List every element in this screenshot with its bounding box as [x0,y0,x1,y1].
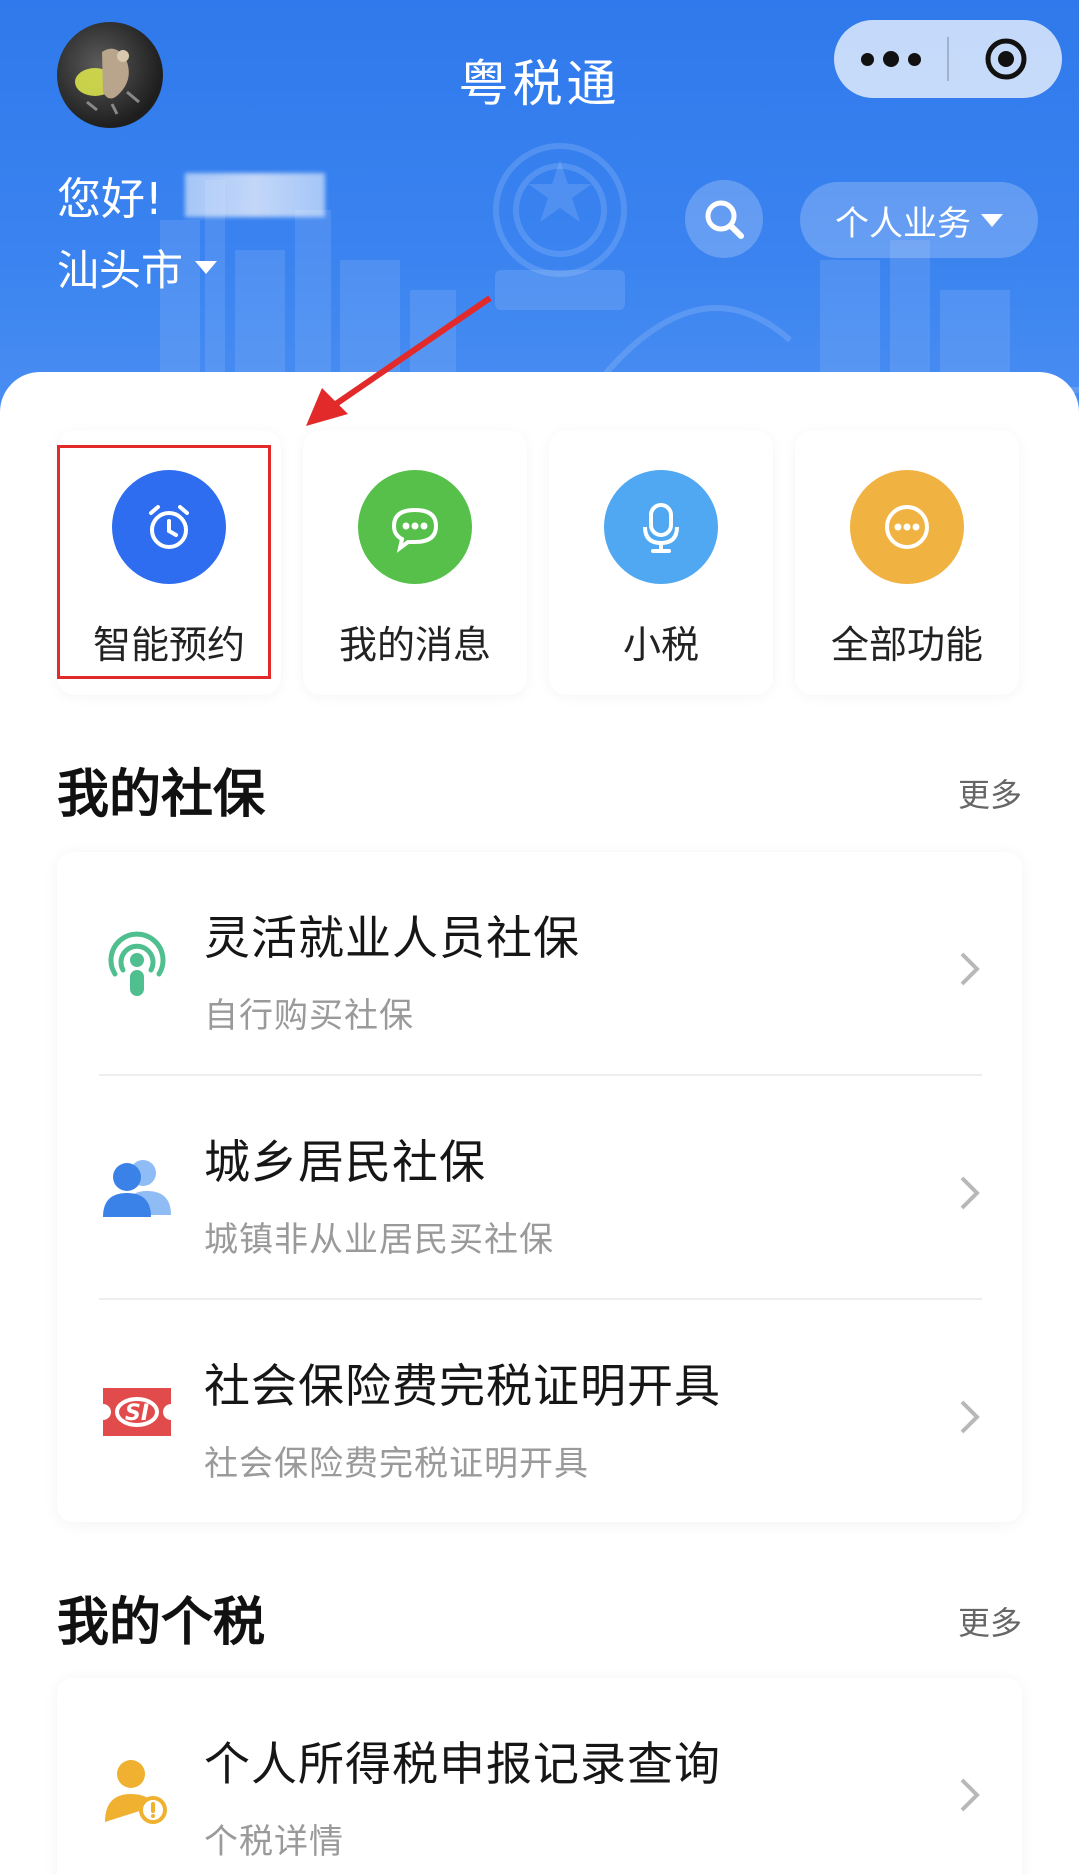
item-title: 灵活就业人员社保 [204,911,580,965]
social-insurance-more-link[interactable]: 更多 [958,770,1022,816]
social-insurance-card: 灵活就业人员社保 自行购买社保 城乡居民社保 城镇非从业居民买社保 SI 社会保… [57,852,1022,1522]
target-circle-icon [985,38,1026,80]
business-type-selector[interactable]: 个人业务 [800,182,1038,258]
quick-action-label: 小税 [622,623,699,667]
chat-bubble-icon [358,470,472,584]
red-arrow-annotation [306,295,492,426]
broadcast-person-icon [99,926,175,1002]
chevron-right-icon [960,1778,980,1812]
quick-action-all-functions[interactable]: 全部功能 [795,430,1019,695]
quick-action-label: 我的消息 [338,623,491,667]
highlight-box-annotation [57,445,271,679]
users-icon [99,1150,175,1226]
more-dots-icon [850,470,964,584]
greeting: 您好! [57,163,325,227]
list-item-tax-record-query[interactable]: 个人所得税申报记录查询 个税详情 [57,1678,1022,1874]
quick-action-label: 全部功能 [830,623,983,667]
personal-tax-card: 个人所得税申报记录查询 个税详情 [57,1678,1022,1874]
item-title: 城乡居民社保 [204,1135,486,1189]
svg-text:SI: SI [125,1401,149,1426]
person-search-icon [99,1752,175,1828]
item-subtitle: 社会保险费完税证明开具 [204,1444,589,1484]
chevron-right-icon [960,952,980,986]
city-selector[interactable]: 汕头市 [57,237,218,298]
si-ticket-icon: SI [99,1374,175,1450]
chevron-right-icon [960,1176,980,1210]
item-subtitle: 自行购买社保 [204,996,414,1036]
more-options-button[interactable] [834,20,947,98]
greeting-text: 您好! [57,174,163,225]
list-item-flexible-employment[interactable]: 灵活就业人员社保 自行购买社保 [57,852,1022,1076]
business-type-label: 个人业务 [835,203,971,244]
header-banner: 粤税通 您好! 汕头市 个人业务 [0,0,1079,420]
section-title-personal-tax: 我的个税 [57,1593,266,1653]
list-item-tax-certificate[interactable]: SI 社会保险费完税证明开具 社会保险费完税证明开具 [57,1300,1022,1524]
quick-action-xiaoshui[interactable]: 小税 [549,430,773,695]
chevron-right-icon [960,1400,980,1434]
blurred-username [184,173,325,217]
search-icon [705,200,744,239]
list-item-urban-rural-residents[interactable]: 城乡居民社保 城镇非从业居民买社保 [57,1076,1022,1300]
item-subtitle: 个税详情 [204,1822,344,1862]
city-label: 汕头市 [57,246,184,295]
microphone-icon [604,470,718,584]
item-subtitle: 城镇非从业居民买社保 [204,1220,554,1260]
item-title: 社会保险费完税证明开具 [204,1359,721,1413]
more-dots-icon [882,51,899,67]
close-mini-program-button[interactable] [949,20,1062,98]
search-button[interactable] [685,180,763,258]
mini-program-capsule [834,20,1062,98]
caret-down-icon [981,213,1003,227]
quick-action-my-messages[interactable]: 我的消息 [303,430,527,695]
item-title: 个人所得税申报记录查询 [204,1737,721,1791]
section-title-social-insurance: 我的社保 [57,765,266,825]
caret-down-icon [195,261,218,274]
personal-tax-more-link[interactable]: 更多 [958,1598,1022,1644]
